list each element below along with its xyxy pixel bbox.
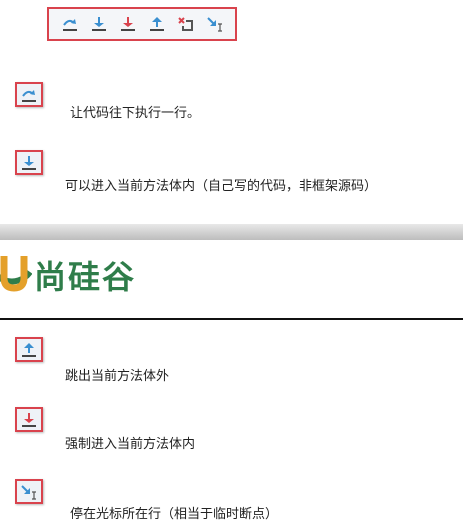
run-to-cursor-description: 停在光标所在行（相当于临时断点）	[70, 507, 279, 522]
force-step-into-description: 强制进入当前方法体内	[65, 437, 196, 452]
step-out-icon[interactable]	[146, 13, 168, 35]
page-break-band	[0, 224, 463, 240]
run-to-cursor-icon[interactable]	[204, 13, 226, 35]
force-step-into-icon[interactable]	[117, 13, 139, 35]
step-into-icon-box	[15, 150, 43, 175]
step-over-icon-box	[15, 82, 43, 107]
debugger-toolbar	[47, 7, 237, 41]
logo-mark-icon	[0, 256, 32, 292]
drop-frame-icon[interactable]	[175, 13, 197, 35]
logo-text: 尚硅谷	[34, 258, 137, 296]
run-to-cursor-icon-box	[15, 479, 43, 504]
step-out-description: 跳出当前方法体外	[65, 369, 170, 384]
step-over-description: 让代码往下执行一行。	[70, 106, 201, 121]
step-into-description: 可以进入当前方法体内（自己写的代码，非框架源码）	[65, 179, 378, 194]
step-out-icon-box	[15, 337, 43, 362]
header-rule	[0, 318, 463, 320]
step-into-icon[interactable]	[88, 13, 110, 35]
force-step-into-icon-box	[15, 407, 43, 432]
logo: 尚硅谷	[0, 250, 136, 300]
step-over-icon[interactable]	[59, 13, 81, 35]
